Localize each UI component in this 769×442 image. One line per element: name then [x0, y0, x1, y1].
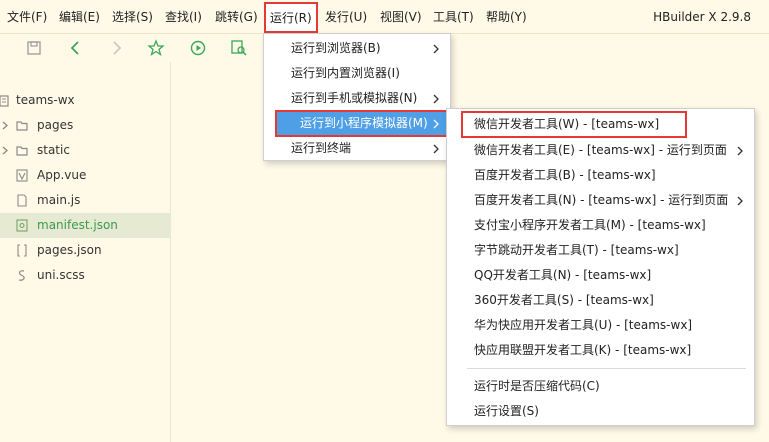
menu-item-label: 快应用联盟开发者工具(K) - [teams-wx]	[474, 343, 692, 357]
config-file-icon	[16, 219, 28, 232]
run-icon[interactable]	[188, 38, 208, 58]
menu-item-label: 微信开发者工具(E) - [teams-wx] - 运行到页面	[474, 143, 727, 157]
menu-bar: 文件(F) 编辑(E) 选择(S) 查找(I) 跳转(G) 运行(R) 发行(U…	[0, 0, 769, 34]
menu-publish[interactable]: 发行(U)	[325, 0, 367, 34]
menu-select[interactable]: 选择(S)	[112, 0, 153, 34]
chevron-right-icon	[431, 136, 441, 161]
js-file-icon	[16, 194, 28, 207]
menu-compress-code-toggle[interactable]: 运行时是否压缩代码(C)	[450, 374, 751, 399]
menu-qq-devtools[interactable]: QQ开发者工具(N) - [teams-wx]	[450, 263, 751, 288]
menu-item-label: 运行设置(S)	[474, 404, 539, 418]
menu-run-settings[interactable]: 运行设置(S)	[450, 399, 751, 424]
folder-icon	[16, 119, 28, 132]
chevron-right-icon	[431, 36, 441, 61]
tree-item-label: manifest.json	[37, 218, 118, 232]
chevron-right-icon	[431, 111, 441, 136]
run-menu: 运行到浏览器(B) 运行到内置浏览器(I) 运行到手机或模拟器(N) 运行到小程…	[263, 33, 451, 161]
menu-item-label: 支付宝小程序开发者工具(M) - [teams-wx]	[474, 218, 706, 232]
menu-item-label: 运行时是否压缩代码(C)	[474, 379, 600, 393]
chevron-right-icon[interactable]	[0, 119, 12, 132]
menu-run-to-browser[interactable]: 运行到浏览器(B)	[267, 36, 447, 61]
tree-item-pages[interactable]: pages	[0, 113, 171, 138]
menu-item-label: 微信开发者工具(W) - [teams-wx]	[474, 117, 660, 131]
menu-360-devtools[interactable]: 360开发者工具(S) - [teams-wx]	[450, 288, 751, 313]
tree-item-label: pages.json	[37, 243, 102, 257]
menu-run-to-terminal[interactable]: 运行到终端	[267, 136, 447, 161]
miniprogram-submenu: 微信开发者工具(W) - [teams-wx] 微信开发者工具(E) - [te…	[446, 108, 755, 426]
menu-baidu-devtools[interactable]: 百度开发者工具(B) - [teams-wx]	[450, 163, 751, 188]
chevron-right-icon	[735, 188, 745, 213]
menu-item-label: 运行到浏览器(B)	[291, 41, 381, 55]
tree-item-pages-json[interactable]: pages.json	[0, 238, 171, 263]
tree-item-uni-scss[interactable]: uni.scss	[0, 263, 171, 288]
tree-item-label: pages	[37, 118, 74, 132]
menu-edit[interactable]: 编辑(E)	[59, 0, 100, 34]
menu-goto[interactable]: 跳转(G)	[215, 0, 258, 34]
back-icon[interactable]	[66, 38, 86, 58]
tree-project-label: teams-wx	[16, 93, 75, 107]
tree-item-label: static	[37, 143, 70, 157]
menu-item-label: 华为快应用开发者工具(U) - [teams-wx]	[474, 318, 693, 332]
tree-item-manifest-json[interactable]: manifest.json	[0, 213, 171, 238]
menu-item-label: 运行到手机或模拟器(N)	[291, 91, 418, 105]
forward-icon[interactable]	[106, 38, 126, 58]
browser-preview-icon[interactable]	[229, 38, 249, 58]
chevron-right-icon	[735, 138, 745, 163]
tree-item-static[interactable]: static	[0, 138, 171, 163]
tree-item-label: App.vue	[37, 168, 87, 182]
folder-icon	[16, 144, 28, 157]
menu-item-label: 运行到终端	[291, 141, 352, 155]
project-explorer: teams-wx pages static App.vue main.js ma…	[0, 62, 171, 442]
tree-item-app-vue[interactable]: App.vue	[0, 163, 171, 188]
menu-baidu-devtools-to-page[interactable]: 百度开发者工具(N) - [teams-wx] - 运行到页面	[450, 188, 751, 213]
chevron-right-icon[interactable]	[0, 144, 12, 157]
tree-item-label: main.js	[37, 193, 81, 207]
menu-item-label: 运行到内置浏览器(I)	[291, 66, 400, 80]
menu-item-label: 百度开发者工具(N) - [teams-wx] - 运行到页面	[474, 193, 729, 207]
tree-project[interactable]: teams-wx	[0, 88, 171, 113]
menu-quickapp-alliance-devtools[interactable]: 快应用联盟开发者工具(K) - [teams-wx]	[450, 338, 751, 363]
json-file-icon	[16, 244, 28, 257]
menu-alipay-devtools[interactable]: 支付宝小程序开发者工具(M) - [teams-wx]	[450, 213, 751, 238]
scss-file-icon	[16, 269, 28, 282]
menu-item-label: 百度开发者工具(B) - [teams-wx]	[474, 168, 656, 182]
menu-run-to-phone[interactable]: 运行到手机或模拟器(N)	[267, 86, 447, 111]
menu-item-label: 360开发者工具(S) - [teams-wx]	[474, 293, 654, 307]
menu-item-label: 字节跳动开发者工具(T) - [teams-wx]	[474, 243, 679, 257]
menu-find[interactable]: 查找(I)	[165, 0, 202, 34]
menu-wechat-devtools[interactable]: 微信开发者工具(W) - [teams-wx]	[461, 111, 687, 138]
menu-item-label: QQ开发者工具(N) - [teams-wx]	[474, 268, 652, 282]
menu-help[interactable]: 帮助(Y)	[486, 0, 527, 34]
menu-item-label: 运行到小程序模拟器(M)	[300, 116, 428, 130]
vue-file-icon	[16, 169, 28, 182]
tree-item-main-js[interactable]: main.js	[0, 188, 171, 213]
menu-run-to-builtin-browser[interactable]: 运行到内置浏览器(I)	[267, 61, 447, 86]
menu-run-to-miniprogram[interactable]: 运行到小程序模拟器(M)	[275, 110, 448, 137]
menu-tools[interactable]: 工具(T)	[433, 0, 474, 34]
menu-huawei-quickapp-devtools[interactable]: 华为快应用开发者工具(U) - [teams-wx]	[450, 313, 751, 338]
chevron-right-icon	[431, 86, 441, 111]
app-title: HBuilder X 2.9.8	[653, 10, 751, 24]
tree-item-label: uni.scss	[37, 268, 85, 282]
menu-view[interactable]: 视图(V)	[380, 0, 422, 34]
menu-bytedance-devtools[interactable]: 字节跳动开发者工具(T) - [teams-wx]	[450, 238, 751, 263]
menu-separator	[467, 368, 746, 369]
save-icon[interactable]	[24, 38, 44, 58]
menu-run[interactable]: 运行(R)	[264, 2, 318, 33]
menu-wechat-devtools-to-page[interactable]: 微信开发者工具(E) - [teams-wx] - 运行到页面	[450, 138, 751, 163]
star-icon[interactable]	[146, 38, 166, 58]
project-icon	[0, 94, 12, 107]
menu-file[interactable]: 文件(F)	[7, 0, 47, 34]
